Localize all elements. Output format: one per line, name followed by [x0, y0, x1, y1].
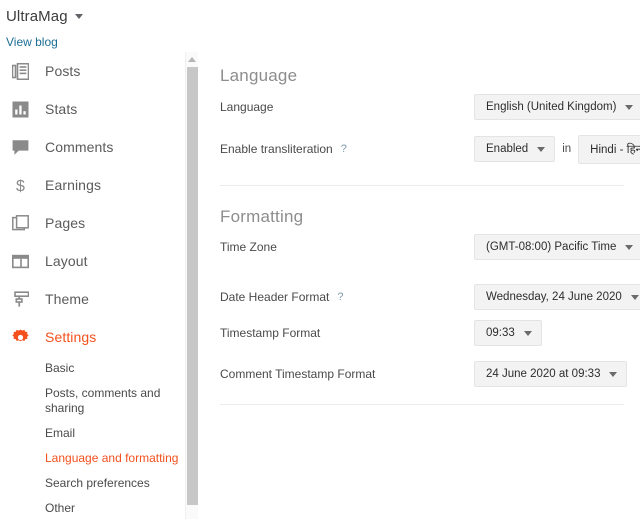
section-divider — [220, 185, 624, 186]
dropdown-date-header-format[interactable]: Wednesday, 24 June 2020 — [474, 284, 640, 310]
setting-controls: English (United Kingdom) — [474, 94, 640, 120]
dropdown-value: 24 June 2020 at 09:33 — [486, 368, 601, 380]
sidebar-item-label: Stats — [45, 101, 78, 117]
dropdown-enable-transliteration-2[interactable]: Hindi - हिन्दी — [578, 134, 640, 164]
sidebar-item-label: Layout — [45, 253, 88, 269]
sidebar-item-label: Earnings — [45, 177, 102, 193]
chevron-down-icon — [625, 244, 634, 250]
section-divider — [220, 404, 624, 405]
sidebar-subitem-language-and-formatting[interactable]: Language and formatting — [45, 446, 185, 471]
setting-row: Date Header Format? Wednesday, 24 June 20… — [220, 284, 640, 310]
dropdown-timestamp-format[interactable]: 09:33 — [474, 320, 542, 346]
setting-controls: Enabled in Hindi - हिन्दी — [474, 134, 640, 164]
sidebar-subitem-posts-comments-and-sharing[interactable]: Posts, comments and sharing — [45, 381, 185, 421]
chevron-down-icon — [625, 104, 634, 110]
comments-icon — [7, 134, 33, 160]
dropdown-value: Wednesday, 24 June 2020 — [486, 291, 622, 303]
sidebar-subnav: Basic Posts, comments and sharing Email Lan… — [0, 356, 185, 519]
setting-controls: Wednesday, 24 June 2020 — [474, 284, 640, 310]
layout-icon — [7, 248, 33, 274]
setting-label-text: Language — [220, 100, 274, 114]
dropdown-value: 09:33 — [486, 327, 515, 339]
gear-icon — [7, 324, 33, 350]
sidebar-item-layout[interactable]: Layout — [0, 242, 185, 280]
pages-icon — [7, 210, 33, 236]
help-icon[interactable]: ? — [341, 143, 347, 155]
dropdown-comment-timestamp-format[interactable]: 24 June 2020 at 09:33 — [474, 361, 628, 387]
setting-row: Comment Timestamp Format 24 June 2020 at … — [220, 361, 628, 387]
setting-label-text: Time Zone — [220, 240, 277, 254]
sidebar-item-stats[interactable]: Stats — [0, 90, 185, 128]
chevron-down-icon — [609, 371, 618, 377]
sidebar-nav: Posts Stats Comments $ Earnings Pages Layout Th… — [0, 52, 185, 356]
dropdown-enable-transliteration[interactable]: Enabled — [474, 136, 556, 162]
setting-row: Timestamp Format 09:33 — [220, 320, 620, 346]
sidebar-item-comments[interactable]: Comments — [0, 128, 185, 166]
top-header: UltraMag View blog — [0, 0, 640, 52]
sidebar-subitem-search-preferences[interactable]: Search preferences — [45, 471, 185, 496]
settings-content: Language Language English (United Kingdom)… — [199, 52, 640, 519]
chevron-down-icon — [537, 146, 546, 152]
dropdown-value: Hindi - हिन्दी — [590, 143, 640, 156]
dropdown-value: Enabled — [486, 143, 529, 155]
blog-selector[interactable]: UltraMag — [6, 8, 83, 25]
setting-label: Comment Timestamp Format — [220, 367, 375, 381]
dropdown-value: English (United Kingdom) — [486, 101, 617, 113]
sidebar-item-theme[interactable]: Theme — [0, 280, 185, 318]
setting-label: Date Header Format? — [220, 290, 344, 304]
dropdown-value: (GMT-08:00) Pacific Time — [486, 241, 617, 253]
dropdown-language[interactable]: English (United Kingdom) — [474, 94, 640, 120]
setting-label: Language — [220, 100, 273, 114]
sidebar-item-pages[interactable]: Pages — [0, 204, 185, 242]
scroll-up-arrow-icon[interactable] — [186, 52, 198, 66]
setting-label: Time Zone — [220, 240, 277, 254]
sidebar-item-label: Pages — [45, 215, 86, 231]
sidebar-item-label: Settings — [45, 329, 97, 345]
sidebar-subitem-other[interactable]: Other — [45, 496, 185, 519]
dropdown-time-zone[interactable]: (GMT-08:00) Pacific Time — [474, 234, 640, 260]
help-icon[interactable]: ? — [337, 291, 343, 303]
sidebar-item-label: Posts — [45, 63, 81, 79]
setting-label-text: Comment Timestamp Format — [220, 367, 376, 381]
setting-controls: 24 June 2020 at 09:33 — [474, 361, 628, 387]
inline-conjunction: in — [562, 143, 572, 155]
sidebar-item-label: Comments — [45, 139, 114, 155]
setting-row: Language English (United Kingdom) — [220, 94, 640, 120]
sidebar-subitem-basic[interactable]: Basic — [45, 356, 185, 381]
posts-icon — [7, 58, 33, 84]
sidebar-item-settings[interactable]: Settings — [0, 318, 185, 356]
view-blog-link[interactable]: View blog — [6, 35, 58, 49]
sidebar-scrollbar[interactable] — [185, 52, 198, 519]
chevron-down-icon — [630, 294, 639, 300]
sidebar-item-posts[interactable]: Posts — [0, 52, 185, 90]
setting-label-text: Timestamp Format — [220, 326, 321, 340]
chevron-down-icon — [523, 330, 532, 336]
sidebar-item-label: Theme — [45, 291, 90, 307]
sidebar-subitem-email[interactable]: Email — [45, 421, 185, 446]
setting-row: Time Zone (GMT-08:00) Pacific Time — [220, 234, 640, 260]
stats-icon — [7, 96, 33, 122]
svg-text:$: $ — [16, 178, 25, 194]
scrollbar-thumb[interactable] — [187, 67, 198, 505]
theme-icon — [7, 286, 33, 312]
section-title-language: Language — [220, 66, 298, 85]
setting-label-text: Enable transliteration — [220, 142, 333, 156]
setting-row: Enable transliteration? Enabled in Hindi - … — [220, 134, 640, 164]
setting-controls: 09:33 — [474, 320, 542, 346]
setting-label: Enable transliteration? — [220, 142, 347, 156]
sidebar: Posts Stats Comments $ Earnings Pages Layout Th… — [0, 52, 185, 519]
setting-controls: (GMT-08:00) Pacific Time — [474, 234, 640, 260]
earnings-icon: $ — [7, 172, 33, 198]
setting-label-text: Date Header Format — [220, 290, 330, 304]
sidebar-item-earnings[interactable]: $ Earnings — [0, 166, 185, 204]
chevron-down-icon[interactable] — [74, 14, 83, 19]
section-title-formatting: Formatting — [220, 207, 304, 226]
setting-label: Timestamp Format — [220, 326, 320, 340]
blog-title: UltraMag — [6, 8, 68, 25]
